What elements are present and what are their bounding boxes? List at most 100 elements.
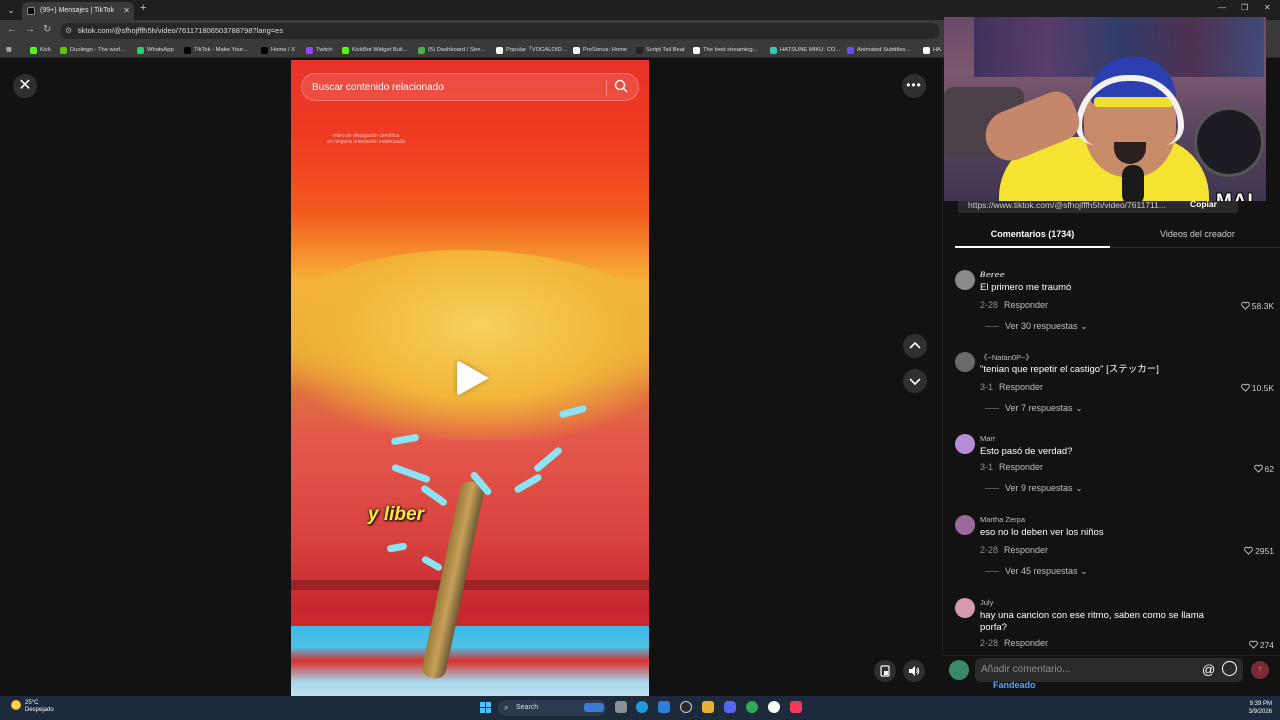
task-view-icon[interactable] <box>615 701 627 713</box>
tab-comments[interactable]: Comentarios (1734) <box>955 222 1110 248</box>
weather-icon[interactable] <box>11 700 21 710</box>
bookmark-item[interactable]: KickBot Widget Buil... <box>342 44 407 56</box>
tab-close-icon[interactable]: ✕ <box>123 2 130 20</box>
bookmark-item[interactable]: Twitch <box>306 44 332 56</box>
avatar[interactable] <box>955 270 975 290</box>
file-explorer-icon[interactable] <box>702 701 714 713</box>
site-info-icon[interactable]: ⚙ <box>65 23 72 39</box>
avatar[interactable] <box>955 515 975 535</box>
comment-like-button[interactable]: 62 <box>1253 464 1274 474</box>
system-clock[interactable]: 9:39 PM 3/9/2026 <box>1246 700 1272 716</box>
comment-text: hay una cancion con ese ritmo, saben com… <box>980 610 1204 633</box>
bookmark-item[interactable]: Animated Subtitles... <box>847 44 910 56</box>
url-field[interactable]: ⚙ tiktok.com/@sfhojfffh5h/video/76117180… <box>60 23 940 39</box>
avatar[interactable] <box>955 434 975 454</box>
bookmark-item[interactable]: HA <box>923 44 941 56</box>
volume-button[interactable] <box>903 660 925 682</box>
comment-item: Martha Zerpa eso no lo deben ver los niñ… <box>955 515 1280 585</box>
maximize-icon[interactable]: ❐ <box>1241 3 1248 12</box>
comment-like-button[interactable]: 10.5K <box>1240 383 1274 393</box>
comment-date: 3-1 <box>980 462 994 472</box>
bookmark-item[interactable]: HATSUNE MIKU: CO... <box>770 44 840 56</box>
bookmark-item[interactable]: The best streaming... <box>693 44 757 56</box>
bookmark-item[interactable]: WhatsApp <box>137 44 174 56</box>
apps-icon[interactable]: ▦ <box>6 44 11 56</box>
windows-start-icon[interactable] <box>480 702 491 713</box>
chevron-down-icon: ⌄ <box>1080 566 1088 576</box>
bookmark-item[interactable]: TikTok - Make Your... <box>184 44 248 56</box>
new-tab-icon[interactable]: + <box>140 2 146 14</box>
bookmark-item[interactable]: Duolingo - The worl... <box>60 44 125 56</box>
emoji-icon[interactable] <box>1222 661 1237 676</box>
related-search-input[interactable]: Buscar contenido relacionado <box>301 73 639 101</box>
bookmark-item[interactable]: Home / X <box>261 44 295 56</box>
reply-button[interactable]: Responder <box>999 462 1043 472</box>
previous-video-button[interactable] <box>903 334 927 358</box>
bookmark-item[interactable]: Popular「VOCALOID... <box>496 44 567 56</box>
steam-icon[interactable] <box>680 701 692 713</box>
tab-title: (99+) Mensajes | TikTok <box>40 7 114 14</box>
view-replies-button[interactable]: Ver 45 respuestas ⌄ <box>985 566 1088 577</box>
comment-like-button[interactable]: 2951 <box>1244 546 1274 556</box>
tab-creator-videos[interactable]: Videos del creador <box>1120 222 1275 248</box>
comment-like-button[interactable]: 274 <box>1248 640 1274 650</box>
discord-icon[interactable] <box>724 701 736 713</box>
more-options-icon[interactable]: ••• <box>902 74 926 98</box>
search-icon[interactable] <box>614 79 628 93</box>
video-frame-shape <box>420 554 444 573</box>
forward-icon[interactable]: → <box>25 24 35 35</box>
comment-meta: 3-1 Responder <box>980 382 1043 392</box>
reply-button[interactable]: Responder <box>1004 545 1048 555</box>
chrome-icon[interactable] <box>746 701 758 713</box>
view-replies-button[interactable]: Ver 9 respuestas ⌄ <box>985 483 1083 494</box>
avatar[interactable] <box>955 598 975 618</box>
view-replies-button[interactable]: Ver 30 respuestas ⌄ <box>985 321 1088 332</box>
picture-in-picture-icon <box>880 665 890 677</box>
like-count: 274 <box>1259 640 1274 650</box>
reply-button[interactable]: Responder <box>1004 638 1048 648</box>
heart-icon <box>1240 301 1250 310</box>
comment-like-button[interactable]: 58.3K <box>1240 301 1274 311</box>
webcam-background <box>1194 107 1264 177</box>
search-highlight-icon[interactable] <box>584 703 604 712</box>
float-player-button[interactable] <box>874 660 896 682</box>
comment-username[interactable]: Martha Zerpa <box>980 515 1025 524</box>
comment-username[interactable]: July <box>980 598 993 607</box>
avatar[interactable] <box>955 352 975 372</box>
send-button[interactable]: ↑ <box>1251 661 1269 679</box>
heart-icon <box>1253 464 1263 473</box>
chatgpt-icon[interactable] <box>768 701 780 713</box>
tab-search-icon[interactable]: ⌄ <box>4 3 18 17</box>
minimize-icon[interactable]: — <box>1218 3 1226 12</box>
video-caption: y liber <box>368 504 424 525</box>
edge-icon[interactable] <box>636 701 648 713</box>
close-icon[interactable]: ✕ <box>13 74 37 98</box>
bookmark-item[interactable]: PreSonus: Home <box>573 44 627 56</box>
comment-meta: 2-28 Responder <box>980 638 1048 648</box>
store-icon[interactable] <box>658 701 670 713</box>
next-video-button[interactable] <box>903 369 927 393</box>
comment-date: 3-1 <box>980 382 994 392</box>
reply-button[interactable]: Responder <box>1004 300 1048 310</box>
music-icon[interactable] <box>790 701 802 713</box>
view-replies-button[interactable]: Ver 7 respuestas ⌄ <box>985 403 1083 414</box>
comment-item: Marr Esto pasó de verdad? 3-1 Responder 6… <box>955 434 1280 504</box>
video-frame-shape <box>386 542 408 553</box>
chevron-up-icon <box>909 341 921 349</box>
bookmark-item[interactable]: Script Tail Beat <box>636 44 685 56</box>
browser-tab[interactable]: (99+) Mensajes | TikTok ✕ <box>22 2 134 20</box>
comment-username[interactable]: Marr <box>980 434 995 443</box>
reload-icon[interactable]: ↻ <box>43 24 51 35</box>
window-close-icon[interactable]: ✕ <box>1264 3 1271 12</box>
comment-username[interactable]: 𝘽𝙚𝙧𝙚𝙚 <box>980 270 1005 279</box>
play-icon[interactable] <box>457 360 489 396</box>
reply-button[interactable]: Responder <box>999 382 1043 392</box>
video-frame-shape <box>291 626 649 696</box>
weather-widget[interactable]: 25°C Despejado <box>25 700 54 714</box>
back-icon[interactable]: ← <box>7 24 17 35</box>
mention-icon[interactable]: @ <box>1202 662 1215 677</box>
comment-username[interactable]: 《~Natan0P~》 <box>980 352 1033 363</box>
bookmark-item[interactable]: (5) Dashboard / Stre... <box>418 44 485 56</box>
avatar[interactable] <box>949 660 969 680</box>
bookmark-item[interactable]: Kick <box>30 44 51 56</box>
